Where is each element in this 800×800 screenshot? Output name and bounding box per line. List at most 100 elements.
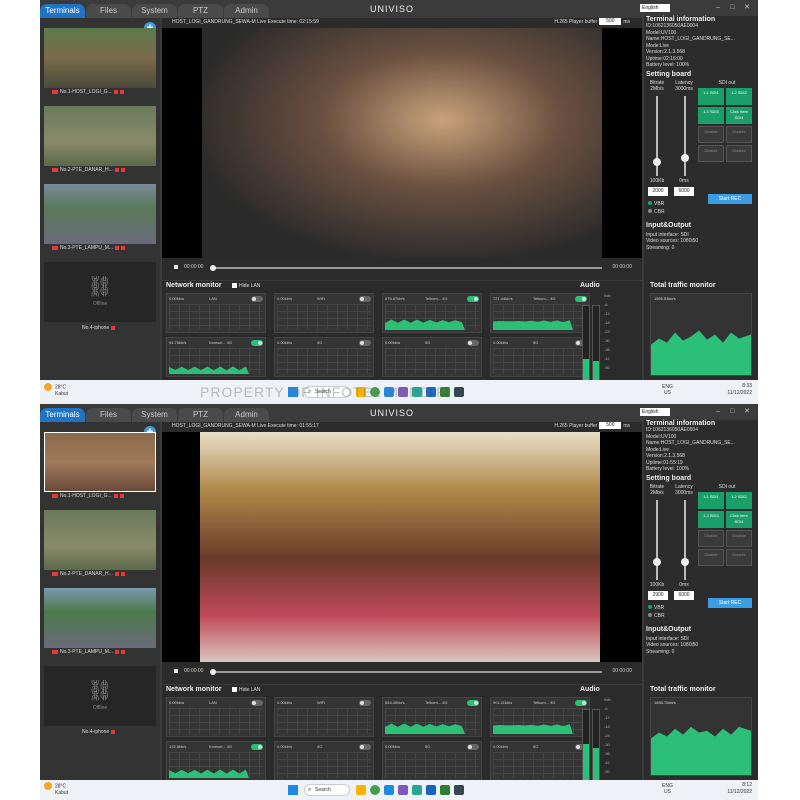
system-clock[interactable]: 8:12 11/12/2022 [727, 782, 752, 796]
network-toggle[interactable] [359, 744, 371, 750]
network-toggle[interactable] [251, 744, 263, 750]
start-rec-button[interactable]: Start REC [708, 597, 752, 608]
tab-ptz[interactable]: PTZ [178, 408, 223, 422]
seek-handle[interactable] [210, 669, 216, 675]
network-toggle[interactable] [359, 700, 371, 706]
latency-slider[interactable] [681, 95, 689, 176]
sdi-output-2[interactable]: 1.2 SDI2 [726, 87, 752, 105]
weather-widget[interactable]: 28°C Kabut [44, 782, 68, 796]
seek-handle[interactable] [210, 265, 216, 271]
edge-icon[interactable] [384, 785, 394, 795]
network-toggle[interactable] [251, 296, 263, 302]
tab-system[interactable]: System [132, 408, 177, 422]
sdi-output-6[interactable]: Disable [726, 125, 752, 143]
input-output-title: Input&Output [646, 625, 692, 633]
language-select[interactable]: English [640, 4, 670, 12]
file-explorer-icon[interactable] [356, 785, 366, 795]
excel-icon[interactable] [440, 785, 450, 795]
language-select[interactable]: English [640, 408, 670, 416]
latency-slider-handle[interactable] [681, 557, 689, 566]
app-icon[interactable] [454, 785, 464, 795]
terminal-thumbnail-2[interactable] [44, 510, 156, 570]
network-toggle[interactable] [467, 744, 479, 750]
tab-terminals[interactable]: Terminals [40, 4, 85, 18]
terminal-thumbnail-4[interactable]: ⛓ Offline [44, 262, 156, 322]
windows-start-icon[interactable] [288, 785, 298, 795]
latency-input[interactable]: 6000 [674, 186, 694, 196]
sdi-output-8[interactable]: Disable [726, 144, 752, 162]
player-buffer-input[interactable]: 500 [599, 18, 622, 25]
bitrate-input[interactable]: 2900 [648, 590, 668, 600]
window-controls[interactable]: – □ ✕ [716, 407, 754, 415]
sdi-output-4[interactable]: Click here SDI4 [726, 510, 752, 528]
bitrate-slider[interactable] [653, 95, 661, 176]
video-player[interactable] [162, 28, 642, 258]
sdi-output-5[interactable]: Disable [698, 529, 724, 547]
window-controls[interactable]: – □ ✕ [716, 3, 754, 11]
bitrate-slider[interactable] [653, 499, 661, 580]
bitrate-slider-handle[interactable] [653, 557, 661, 566]
system-clock[interactable]: 8:33 11/12/2022 [727, 383, 752, 397]
hide-lan-checkbox[interactable]: Hide LAN [232, 687, 260, 693]
seek-bar[interactable] [210, 669, 602, 675]
tab-terminals[interactable]: Terminals [40, 408, 85, 422]
seek-bar[interactable] [210, 265, 602, 271]
sdi-output-5[interactable]: Disable [698, 125, 724, 143]
app-icon[interactable] [454, 387, 464, 397]
keyboard-language[interactable]: ENG US [662, 384, 673, 396]
sdi-output-1[interactable]: 1.1 SDI1 [698, 491, 724, 509]
player-buffer-input[interactable]: 500 [599, 422, 622, 429]
sdi-output-8[interactable]: Disable [726, 548, 752, 566]
stop-icon[interactable] [174, 265, 178, 269]
video-player[interactable] [162, 432, 642, 662]
sdi-output-7[interactable]: Disable [698, 548, 724, 566]
tab-files[interactable]: Files [86, 4, 131, 18]
tab-system[interactable]: System [132, 4, 177, 18]
tab-admin[interactable]: Admin [224, 408, 269, 422]
tab-ptz[interactable]: PTZ [178, 4, 223, 18]
vbr-radio[interactable]: VBR [648, 200, 664, 207]
sdi-output-1[interactable]: 1.1 SDI1 [698, 87, 724, 105]
playback-timeline[interactable]: 00:00:00 00:00:00 [172, 668, 632, 676]
network-toggle[interactable] [251, 700, 263, 706]
terminal-thumbnail-3[interactable] [44, 588, 156, 648]
sdi-output-4[interactable]: Click here SDI4 [726, 106, 752, 124]
taskbar-search[interactable]: ⌕ Search [304, 784, 350, 796]
latency-input[interactable]: 6000 [674, 590, 694, 600]
sdi-output-2[interactable]: 1.2 SDI2 [726, 491, 752, 509]
terminal-thumbnail-2[interactable] [44, 106, 156, 166]
bitrate-slider-handle[interactable] [653, 157, 661, 166]
latency-slider-handle[interactable] [681, 153, 689, 162]
start-rec-button[interactable]: Start REC [708, 193, 752, 204]
keyboard-language[interactable]: ENG US [662, 783, 673, 795]
bitrate-input[interactable]: 2000 [648, 186, 668, 196]
tab-admin[interactable]: Admin [224, 4, 269, 18]
network-toggle[interactable] [467, 700, 479, 706]
cbr-radio[interactable]: CBR [648, 612, 665, 619]
playback-timeline[interactable]: 00:00:00 00:00:00 [172, 264, 632, 272]
chrome-icon[interactable] [370, 785, 380, 795]
cbr-radio[interactable]: CBR [648, 208, 665, 215]
sdi-output-3[interactable]: 1.3 SDI3 [698, 106, 724, 124]
network-toggle[interactable] [467, 296, 479, 302]
word-icon[interactable] [426, 785, 436, 795]
network-toggle[interactable] [251, 340, 263, 346]
tab-files[interactable]: Files [86, 408, 131, 422]
weather-widget[interactable]: 28°C Kabut [44, 383, 68, 397]
network-toggle[interactable] [359, 340, 371, 346]
network-toggle[interactable] [359, 296, 371, 302]
sdi-output-3[interactable]: 1.3 SDI3 [698, 510, 724, 528]
terminal-thumbnail-1[interactable] [44, 28, 156, 88]
vbr-radio[interactable]: VBR [648, 604, 664, 611]
terminal-thumbnail-3[interactable] [44, 184, 156, 244]
latency-slider[interactable] [681, 499, 689, 580]
terminal-thumbnail-1[interactable] [44, 432, 156, 492]
sdi-output-7[interactable]: Disable [698, 144, 724, 162]
app-icon[interactable] [412, 785, 422, 795]
network-toggle[interactable] [467, 340, 479, 346]
app-icon[interactable] [398, 785, 408, 795]
stop-icon[interactable] [174, 669, 178, 673]
terminal-thumbnail-4[interactable]: ⛓ Offline [44, 666, 156, 726]
sdi-output-6[interactable]: Disable [726, 529, 752, 547]
hide-lan-checkbox[interactable]: Hide LAN [232, 283, 260, 289]
